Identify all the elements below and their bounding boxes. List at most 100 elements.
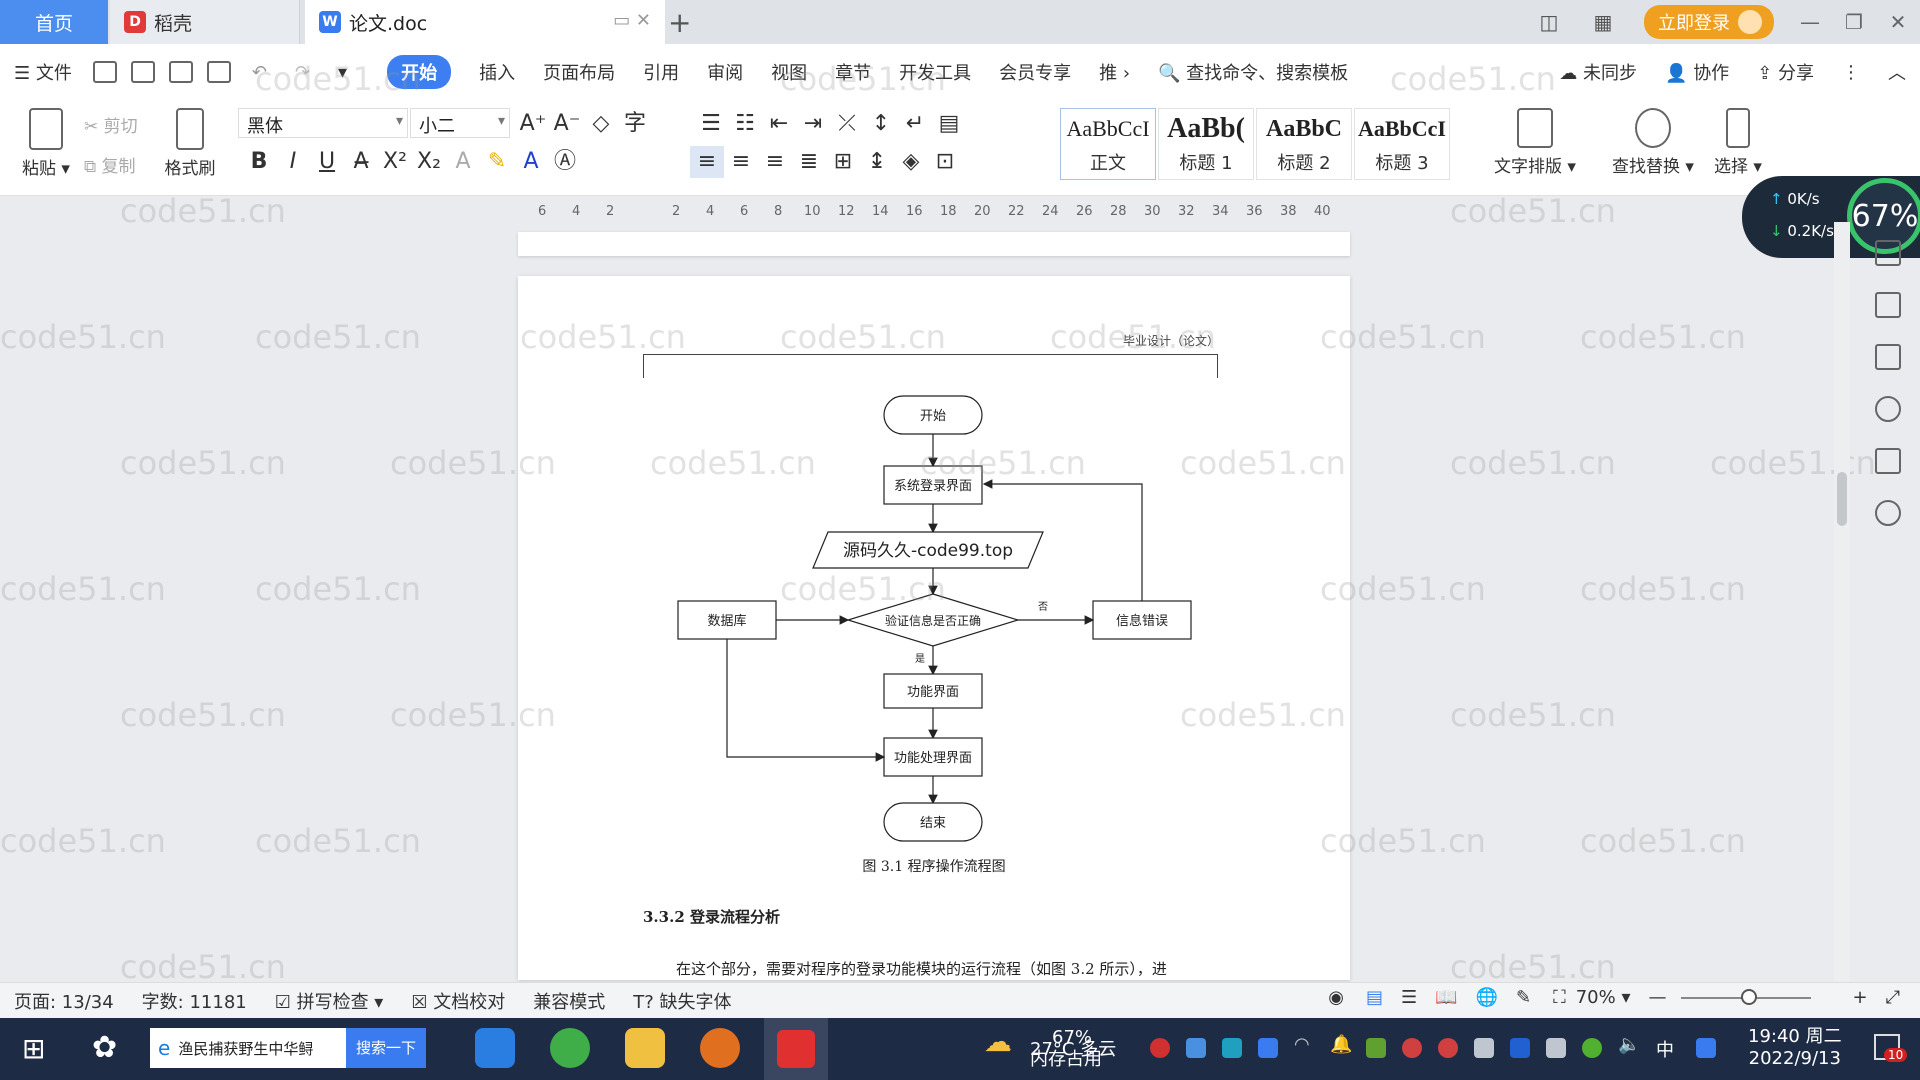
sync-button[interactable]: ☁ 未同步 (1559, 59, 1637, 85)
zoom-select[interactable]: 70% ▾ (1576, 987, 1631, 1008)
share-button[interactable]: ⇪ 分享 (1757, 59, 1814, 85)
export-icon[interactable] (130, 61, 155, 83)
more-options-icon[interactable]: ⋮ (1842, 62, 1860, 83)
font-family-select[interactable]: 黑体 (238, 108, 408, 138)
strikethrough-icon[interactable]: A̶ (344, 146, 378, 178)
edit-icon[interactable] (1875, 240, 1901, 266)
clear-format-icon[interactable]: ◇ (584, 108, 618, 140)
bold-icon[interactable]: B (242, 146, 276, 178)
apps-grid-icon[interactable]: ▦ (1586, 10, 1620, 34)
task-view-icon[interactable]: ✿ (92, 1030, 117, 1065)
show-marks-icon[interactable]: ↵ (898, 108, 932, 140)
restore-icon[interactable]: ❐ (1832, 10, 1876, 34)
undo-icon[interactable]: ↶ (252, 62, 267, 83)
style-heading-1[interactable]: AaBb(标题 1 (1158, 108, 1254, 180)
tab-document[interactable]: W 论文.doc ▭ ✕ (305, 0, 665, 44)
ime-indicator[interactable]: 中 (1656, 1036, 1674, 1062)
font-color-icon[interactable]: A (514, 146, 548, 178)
battery-icon[interactable] (1474, 1038, 1494, 1058)
decrease-indent-icon[interactable]: ⇤ (762, 108, 796, 140)
format-painter-button[interactable]: 格式刷 (160, 108, 220, 179)
browser-360-icon[interactable] (550, 1028, 590, 1068)
minimize-icon[interactable]: — (1788, 10, 1832, 34)
menu-insert[interactable]: 插入 (479, 59, 515, 85)
zoom-in-icon[interactable]: + (1853, 987, 1868, 1008)
style-heading-2[interactable]: AaBbC 标题 2 (1256, 108, 1352, 180)
paste-button[interactable]: 粘贴 ▾ (16, 108, 76, 179)
increase-indent-icon[interactable]: ⇥ (796, 108, 830, 140)
save-icon[interactable] (92, 61, 117, 83)
line-spacing-icon[interactable]: ↨ (860, 146, 894, 178)
menu-view[interactable]: 视图 (771, 59, 807, 85)
shrink-font-icon[interactable]: A⁻ (550, 108, 584, 140)
align-center-icon[interactable]: ≡ (724, 146, 758, 178)
italic-icon[interactable]: I (276, 146, 310, 178)
menu-member[interactable]: 会员专享 (999, 59, 1071, 85)
style-normal[interactable]: AaBbCcI 正文 (1060, 108, 1156, 180)
qq-icon[interactable] (1402, 1038, 1422, 1058)
highlight-icon[interactable]: ✎ (480, 146, 514, 178)
pointer-icon[interactable] (1875, 292, 1901, 318)
table-icon[interactable]: ▤ (932, 108, 966, 140)
menu-references[interactable]: 引用 (643, 59, 679, 85)
phonetic-icon[interactable]: 字 (618, 108, 652, 140)
underline-icon[interactable]: U (310, 146, 344, 178)
document-page[interactable]: 毕业设计（论文） 开始 系统登录界面 源码久久-code99.top 验证信息是… (518, 276, 1350, 980)
horizontal-ruler[interactable]: 6 4 2 2 4 6 8 10 12 14 16 18 20 22 24 26… (520, 202, 1331, 222)
text-effect-icon[interactable]: A (446, 146, 480, 178)
app-mascot-icon[interactable] (700, 1028, 740, 1068)
word-count[interactable]: 字数: 11181 (142, 988, 247, 1014)
backup-icon[interactable] (1875, 448, 1901, 474)
bluetooth-icon[interactable] (1510, 1038, 1530, 1058)
web-view-icon[interactable]: 🌐 (1476, 987, 1498, 1008)
fit-page-icon[interactable]: ⛶ (1553, 987, 1566, 1008)
tab-home[interactable]: 首页 (0, 0, 108, 44)
volume-icon[interactable]: 🔈 (1618, 1034, 1640, 1055)
text-layout-button[interactable]: 文字排版 ▾ (1490, 108, 1580, 177)
shading-icon[interactable]: ◈ (894, 146, 928, 178)
vertical-scrollbar[interactable] (1834, 222, 1850, 982)
collapse-ribbon-icon[interactable]: ︿ (1888, 59, 1906, 85)
print-icon[interactable] (168, 61, 193, 83)
settings-sliders-icon[interactable] (1875, 344, 1901, 370)
justify-icon[interactable]: ≣ (792, 146, 826, 178)
zoom-slider[interactable] (1680, 988, 1811, 1005)
select-button[interactable]: 选择 ▾ (1708, 108, 1768, 177)
menu-file[interactable]: ☰ 文件 (14, 59, 72, 85)
char-border-icon[interactable]: Ⓐ (548, 146, 582, 178)
align-right-icon[interactable]: ≡ (758, 146, 792, 178)
search-command-input[interactable]: 🔍 查找命令、搜索模板 (1158, 59, 1348, 85)
bullet-list-icon[interactable]: ☰ (694, 108, 728, 140)
missing-font-button[interactable]: T? 缺失字体 (633, 988, 731, 1014)
redo-icon[interactable]: ↷ (295, 62, 310, 83)
doc-proof-button[interactable]: ☒ 文档校对 (411, 988, 505, 1014)
distribute-icon[interactable]: ⊞ (826, 146, 860, 178)
align-left-icon[interactable]: ≡ (690, 146, 724, 178)
close-window-icon[interactable]: ✕ (1876, 10, 1920, 34)
scrollbar-thumb[interactable] (1837, 472, 1847, 526)
page-view-icon[interactable]: ▤ (1366, 987, 1383, 1008)
copy-button[interactable]: ⧉ 复制 (84, 152, 136, 177)
tab-close-icon[interactable]: ▭ ✕ (613, 10, 651, 31)
file-explorer-icon[interactable] (625, 1028, 665, 1068)
tray-app-icon[interactable] (1150, 1038, 1170, 1058)
tray-security-icon[interactable] (1258, 1038, 1278, 1058)
help-icon[interactable] (1875, 396, 1901, 422)
page-count[interactable]: 页面: 13/34 (14, 988, 114, 1014)
taskbar-search-button[interactable]: 搜索一下 (345, 1028, 426, 1068)
eye-protection-icon[interactable]: ◉ (1328, 987, 1344, 1008)
usb-icon[interactable] (1546, 1038, 1566, 1058)
zoom-slider-knob[interactable] (1740, 988, 1757, 1005)
subscript-icon[interactable]: X₂ (412, 146, 446, 178)
ie-browser-icon[interactable] (475, 1028, 515, 1068)
spell-check-button[interactable]: ☑ 拼写检查 ▾ (275, 988, 384, 1014)
menu-developer[interactable]: 开发工具 (899, 59, 971, 85)
layout-icon[interactable]: ◫ (1532, 10, 1566, 34)
login-button[interactable]: 立即登录 (1644, 5, 1774, 39)
wifi-icon[interactable]: ◠ (1294, 1034, 1314, 1055)
menu-page-layout[interactable]: 页面布局 (543, 59, 615, 85)
chinese-layout-icon[interactable]: ⤫ (830, 108, 864, 140)
superscript-icon[interactable]: X² (378, 146, 412, 178)
input-method-icon[interactable] (1696, 1038, 1716, 1058)
shield-icon[interactable] (1875, 500, 1901, 526)
